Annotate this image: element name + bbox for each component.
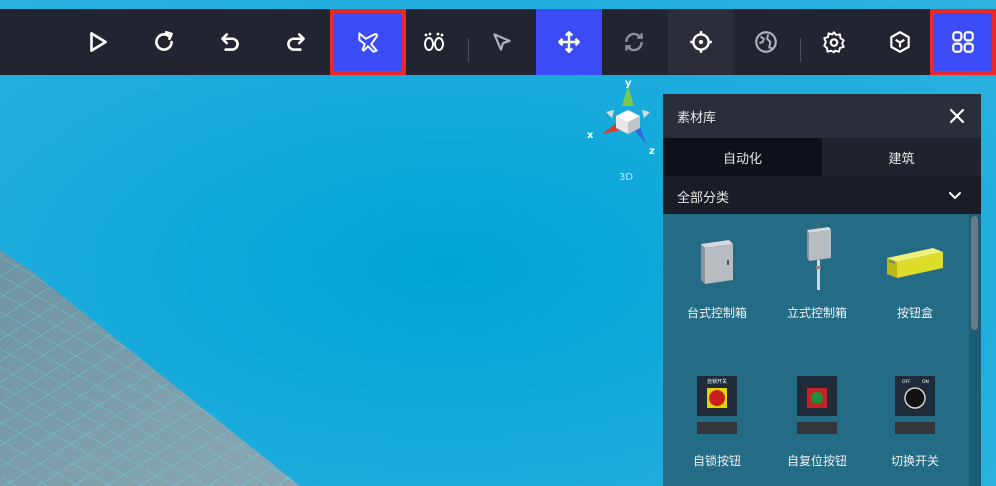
asset-item[interactable]: 按钮盒 (865, 214, 965, 354)
play-button[interactable] (66, 9, 130, 75)
undo-icon (221, 33, 239, 51)
select-pointer-icon (493, 33, 511, 51)
top-toolbar (0, 9, 996, 75)
rotate-button[interactable] (602, 9, 666, 75)
asset-item[interactable]: 自锁开关 自锁按钮 (667, 362, 767, 486)
refresh-icon (155, 30, 173, 51)
self-lock-button-icon: 自锁开关 (697, 376, 737, 434)
fly-mode-button[interactable] (330, 9, 406, 75)
move-icon (558, 31, 580, 53)
axis-label-z: z (649, 146, 655, 157)
category-label: 全部分类 (677, 191, 730, 206)
close-icon[interactable] (947, 106, 967, 126)
asset-item[interactable]: 立式控制箱 (767, 214, 867, 354)
globe-icon (755, 31, 777, 53)
fly-mode-icon (358, 32, 378, 53)
panel-title: 素材库 (677, 111, 717, 126)
panel-header: 素材库 (663, 94, 981, 138)
category-dropdown[interactable]: 全部分类 (663, 176, 981, 214)
rotate-icon (625, 32, 643, 52)
asset-label: 立式控制箱 (786, 306, 847, 320)
crosshair-button[interactable] (668, 9, 734, 75)
tab-automation[interactable]: 自动化 (663, 138, 822, 176)
asset-label: 切换开关 (890, 454, 939, 468)
redo-icon (287, 33, 305, 51)
asset-item[interactable]: 台式控制箱 (667, 214, 767, 354)
axis-label-y: y (625, 78, 632, 89)
desk-control-box-icon (701, 240, 733, 284)
asset-label: 自复位按钮 (786, 454, 847, 468)
scrollbar-thumb[interactable] (971, 216, 978, 330)
self-reset-button-icon (797, 376, 837, 434)
axis-label-x: x (587, 130, 594, 141)
move-button[interactable] (536, 9, 602, 75)
asset-item[interactable]: OFF ON 切换开关 (865, 362, 965, 486)
view-mode-label: 3D (619, 172, 634, 183)
asset-label: 台式控制箱 (686, 306, 747, 320)
redo-button[interactable] (264, 9, 328, 75)
cube-icon (890, 31, 910, 53)
play-icon (90, 32, 107, 52)
asset-label: 按钮盒 (896, 306, 933, 320)
refresh-button[interactable] (132, 9, 196, 75)
asset-library-panel: 素材库 自动化 建筑 全部分类 台式控制箱 立式控制箱 按钮盒 自锁开关 自锁按… (663, 94, 981, 486)
select-button[interactable] (470, 9, 534, 75)
asset-item[interactable]: 自复位按钮 (767, 362, 867, 486)
chevron-down-icon (949, 192, 961, 199)
svg-text:自锁开关: 自锁开关 (707, 378, 727, 385)
crosshair-icon (690, 31, 712, 53)
toolbar-separator (800, 38, 801, 62)
button-box-icon (887, 248, 943, 278)
panel-tabs: 自动化 建筑 (663, 138, 981, 176)
settings-icon (823, 31, 845, 54)
toggle-switch-icon: OFF ON (895, 376, 935, 434)
asset-label: 自锁按钮 (692, 454, 741, 468)
svg-text:ON: ON (922, 379, 929, 385)
walk-mode-button[interactable] (402, 9, 466, 75)
globe-button[interactable] (734, 9, 798, 75)
library-button[interactable] (930, 9, 996, 75)
tab-building[interactable]: 建筑 (822, 138, 981, 176)
toolbar-separator (468, 38, 469, 62)
model-button[interactable] (868, 9, 932, 75)
settings-button[interactable] (802, 9, 866, 75)
walk-mode-icon (424, 32, 444, 51)
library-grid-icon (952, 31, 974, 53)
standing-control-box-icon (807, 222, 831, 290)
asset-grid: 台式控制箱 立式控制箱 按钮盒 自锁开关 自锁按钮 自复位按钮 OFF ON 切… (663, 214, 969, 486)
svg-text:OFF: OFF (902, 379, 911, 385)
undo-button[interactable] (198, 9, 262, 75)
